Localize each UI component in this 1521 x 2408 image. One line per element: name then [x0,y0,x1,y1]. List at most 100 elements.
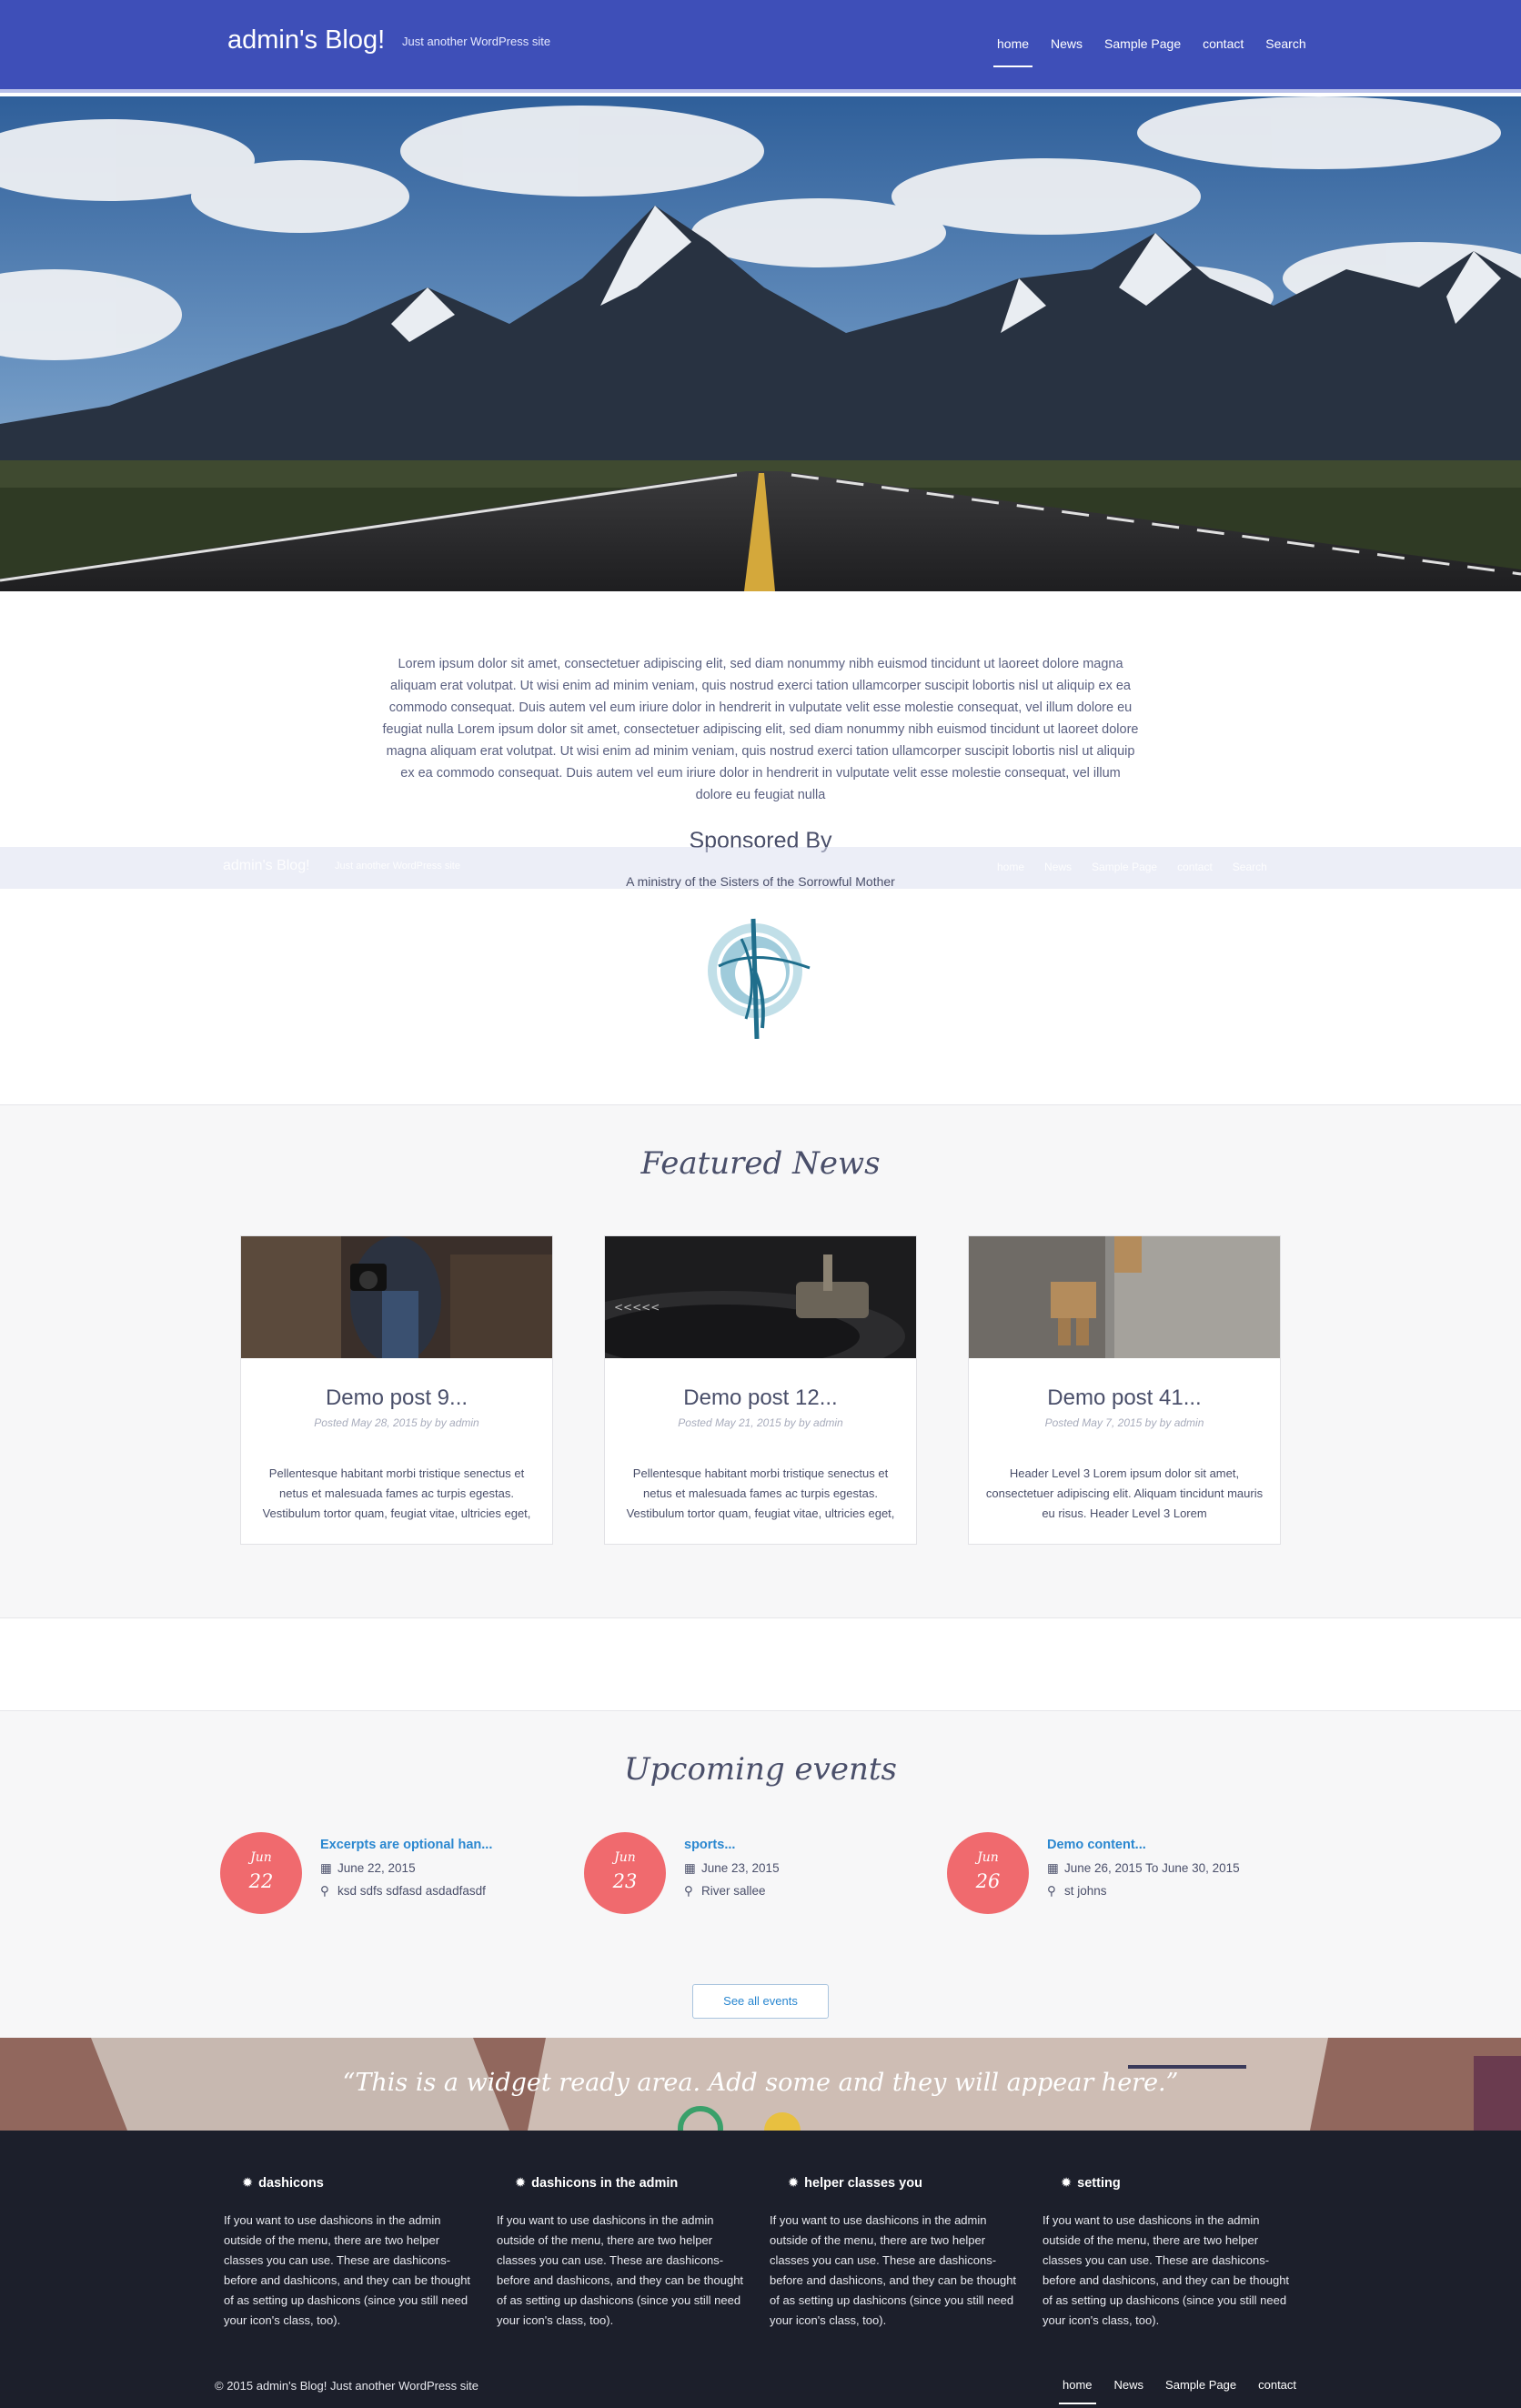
featured-news-title: Featured News [640,1145,881,1182]
event-date: ▦ June 23, 2015 [684,1861,780,1876]
event-day: 26 [975,1870,1001,1892]
footer-nav-home[interactable]: home [1059,2378,1096,2404]
sticky-nav: home News Sample Page contact Search [997,861,1287,873]
event-date-badge: Jun 22 [220,1832,302,1914]
news-card-title[interactable]: Demo post 41... [969,1385,1280,1411]
gear-icon: ✹ [515,2176,527,2191]
event-day: 22 [248,1870,274,1892]
sticky-nav-sample-page[interactable]: Sample Page [1092,861,1157,873]
calendar-icon: ▦ [320,1861,332,1875]
main-nav: home News Sample Page contact Search [992,36,1328,67]
calendar-icon: ▦ [1047,1861,1059,1875]
footer-widget-heading: ✹ helper classes you [788,2176,1024,2191]
footer-widget: ✹ helper classes you If you want to use d… [770,2176,1024,2331]
footer-widget-heading-text: setting [1077,2176,1121,2191]
nav-item-news[interactable]: News [1051,36,1083,67]
event-title[interactable]: Excerpts are optional han... [320,1838,492,1852]
event-month: Jun [977,1850,999,1865]
news-card[interactable]: <<<<< Demo post 12... Posted May 21, 201… [604,1235,917,1545]
news-card-meta: Posted May 7, 2015 by by admin [1044,1416,1204,1429]
hero-image [0,96,1521,591]
news-card-meta: Posted May 28, 2015 by by admin [314,1416,479,1429]
event-location: ⚲ st johns [1047,1884,1107,1899]
footer-widget: ✹ dashicons in the admin If you want to u… [497,2176,751,2331]
copyright-text: © 2015 admin's Blog! Just another WordPr… [215,2379,479,2393]
sticky-brand[interactable]: admin's Blog! [223,858,310,874]
event-date: ▦ June 26, 2015 To June 30, 2015 [1047,1861,1240,1876]
event-day: 23 [612,1870,638,1892]
footer-widget-body: If you want to use dashicons in the admi… [1043,2213,1290,2327]
sticky-nav-news[interactable]: News [1044,861,1072,873]
event-location-text: ksd sdfs sdfasd asdadfasdf [337,1884,486,1898]
featured-news-section: Featured News Demo post 9... Posted May … [0,1104,1521,1618]
intro-text: Lorem ipsum dolor sit amet, consectetuer… [382,657,1139,802]
footer-widget-heading-text: dashicons [258,2176,324,2191]
news-card-excerpt: Pellentesque habitant morbi tristique se… [262,1466,531,1520]
news-card-title[interactable]: Demo post 9... [241,1385,552,1411]
event-location-text: River sallee [701,1884,766,1898]
footer-widget-heading: ✹ setting [1061,2176,1297,2191]
news-card-thumbnail[interactable] [969,1236,1280,1358]
site-header: admin's Blog! Just another WordPress sit… [0,0,1521,93]
sticky-nav-contact[interactable]: contact [1177,861,1213,873]
sponsored-subtitle: A ministry of the Sisters of the Sorrowf… [626,874,895,889]
widget-area: “This is a widget ready area. Add some a… [0,2038,1521,2131]
event-location: ⚲ ksd sdfs sdfasd asdadfasdf [320,1884,486,1899]
news-card-meta: Posted May 21, 2015 by by admin [678,1416,843,1429]
news-card-excerpt: Header Level 3 Lorem ipsum dolor sit ame… [985,1466,1264,1520]
footer-nav-news[interactable]: News [1114,2378,1144,2404]
events-title: Upcoming events [624,1751,897,1788]
footer-widget: ✹ setting If you want to use dashicons in… [1043,2176,1297,2331]
event-date-text: June 22, 2015 [337,1861,416,1875]
sponsor-logo[interactable] [700,912,819,1040]
upcoming-events-section: Upcoming events Jun 22 Excerpts are opti… [0,1710,1521,2038]
footer-widget-body: If you want to use dashicons in the admi… [224,2213,471,2327]
event-title[interactable]: Demo content... [1047,1838,1146,1852]
calendar-icon: ▦ [684,1861,696,1875]
event-date-badge: Jun 23 [584,1832,666,1914]
event-date-text: June 23, 2015 [701,1861,780,1875]
site-tagline: Just another WordPress site [402,35,551,48]
map-pin-icon: ⚲ [684,1884,693,1898]
sticky-nav-home[interactable]: home [997,861,1024,873]
see-all-events-button[interactable]: See all events [692,1984,829,2019]
footer-widget-body: If you want to use dashicons in the admi… [497,2213,744,2327]
footer-widget-heading: ✹ dashicons in the admin [515,2176,751,2191]
nav-item-search[interactable]: Search [1265,36,1305,67]
event-location-text: st johns [1064,1884,1107,1898]
footer-widget: ✹ dashicons If you want to use dashicons … [224,2176,478,2331]
event-date-badge: Jun 26 [947,1832,1029,1914]
map-pin-icon: ⚲ [320,1884,329,1898]
site-brand[interactable]: admin's Blog! [227,25,385,55]
widget-area-text: “This is a widget ready area. Add some a… [342,2069,1179,2097]
footer-nav-contact[interactable]: contact [1258,2378,1296,2404]
news-card-excerpt: Pellentesque habitant morbi tristique se… [626,1466,895,1520]
sticky-nav-search[interactable]: Search [1233,861,1267,873]
event-item[interactable]: Jun 23 sports... ▦ June 23, 2015 ⚲ River s… [584,1832,884,1919]
footer-nav-sample-page[interactable]: Sample Page [1165,2378,1236,2404]
news-card-thumbnail[interactable] [241,1236,552,1358]
event-location: ⚲ River sallee [684,1884,766,1899]
event-date-text: June 26, 2015 To June 30, 2015 [1064,1861,1240,1875]
footer-nav: home News Sample Page contact [1059,2378,1318,2404]
gear-icon: ✹ [1061,2176,1073,2191]
sticky-tagline: Just another WordPress site [335,861,460,872]
map-pin-icon: ⚲ [1047,1884,1056,1898]
nav-item-sample-page[interactable]: Sample Page [1104,36,1181,67]
nav-item-contact[interactable]: contact [1203,36,1244,67]
news-card-title[interactable]: Demo post 12... [605,1385,916,1411]
news-card[interactable]: Demo post 9... Posted May 28, 2015 by by… [240,1235,553,1545]
nav-item-home[interactable]: home [992,36,1033,67]
footer-widget-heading: ✹ dashicons [242,2176,478,2191]
news-card-thumbnail[interactable]: <<<<< [605,1236,916,1358]
svg-text:<<<<<: <<<<< [614,1301,660,1314]
news-card[interactable]: Demo post 41... Posted May 7, 2015 by by… [968,1235,1281,1545]
footer-widget-heading-text: dashicons in the admin [531,2176,679,2191]
event-item[interactable]: Jun 26 Demo content... ▦ June 26, 2015 To… [947,1832,1247,1919]
footer-widget-body: If you want to use dashicons in the admi… [770,2213,1017,2327]
footer-widget-heading-text: helper classes you [804,2176,922,2191]
event-month: Jun [250,1850,272,1865]
event-date: ▦ June 22, 2015 [320,1861,416,1876]
event-title[interactable]: sports... [684,1838,735,1852]
event-item[interactable]: Jun 22 Excerpts are optional han... ▦ Jun… [220,1832,520,1919]
